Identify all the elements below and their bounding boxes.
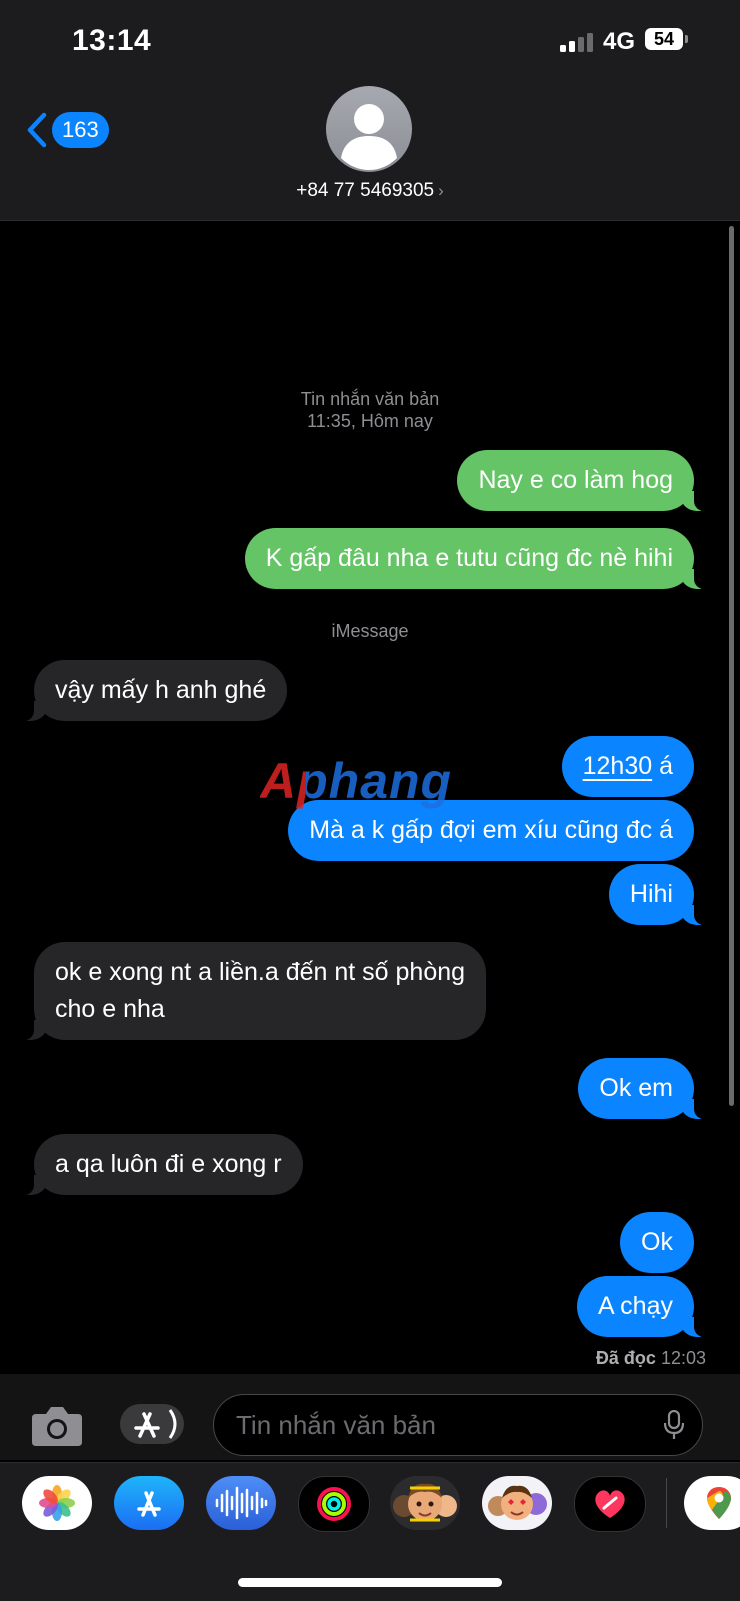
app-store-icon — [134, 1409, 177, 1439]
chevron-left-icon — [27, 112, 47, 148]
animoji-app-button[interactable] — [482, 1476, 552, 1530]
memoji-icon — [393, 1483, 457, 1522]
person-icon — [341, 104, 397, 170]
message-input[interactable] — [213, 1394, 703, 1456]
digital-touch-app-button[interactable] — [574, 1476, 646, 1532]
incoming-message[interactable]: a qa luôn đi e xong r — [8, 1134, 303, 1195]
timestamp: 11:35, Hôm nay — [307, 411, 433, 431]
message-text: Ok — [641, 1228, 673, 1256]
battery-tip — [685, 35, 688, 43]
drawer-divider — [666, 1478, 667, 1528]
outgoing-message[interactable]: 12h30 á — [561, 736, 694, 797]
message-type-label: Tin nhắn văn bản — [300, 389, 440, 409]
service-label: iMessage — [331, 621, 409, 641]
activity-app-button[interactable] — [298, 1476, 370, 1532]
incoming-message[interactable]: ok e xong nt a liền.a đến nt số phòng ch… — [7, 942, 487, 1040]
read-label: Đã đọc — [595, 1348, 656, 1368]
message-text: vậy mấy h anh ghé — [55, 676, 267, 704]
battery-level: 54 — [645, 28, 683, 50]
app-store-icon — [137, 1491, 161, 1517]
outgoing-message[interactable]: Ok — [620, 1212, 694, 1273]
time-link[interactable]: 12h30 — [583, 752, 653, 780]
outgoing-message[interactable]: K gấp đâu nha e tutu cũng đc nè hihi — [244, 528, 721, 589]
memoji-app-button[interactable] — [390, 1476, 460, 1530]
message-text: á — [652, 752, 673, 780]
unread-count-badge: 163 — [52, 112, 109, 148]
battery-icon: 54 — [645, 28, 689, 52]
cellular-signal-icon — [560, 33, 593, 52]
message-text: cho e nha — [55, 995, 165, 1023]
outgoing-message[interactable]: Ok em — [578, 1058, 720, 1119]
photos-app-button[interactable] — [22, 1476, 92, 1530]
audio-message-app-button[interactable] — [206, 1476, 276, 1530]
outgoing-message[interactable]: A chạy — [576, 1276, 721, 1337]
scrollbar[interactable] — [729, 226, 734, 1106]
contact-number: +84 77 5469305 — [296, 180, 435, 201]
home-indicator[interactable] — [238, 1578, 502, 1587]
read-receipt: Đã đọc 12:03 — [596, 1348, 706, 1369]
microphone-icon[interactable] — [664, 1410, 684, 1440]
read-time: 12:03 — [660, 1348, 706, 1368]
app-store-app-button[interactable] — [114, 1476, 184, 1530]
back-button[interactable]: 163 — [26, 108, 109, 152]
message-text: ok e xong nt a liền.a đến nt số phòng — [55, 958, 466, 986]
google-maps-app-button[interactable] — [684, 1476, 740, 1530]
message-text: A chạy — [597, 1292, 673, 1320]
status-time: 13:14 — [72, 24, 152, 57]
message-text: a qa luôn đi e xong r — [55, 1150, 282, 1178]
camera-icon[interactable] — [30, 1402, 84, 1448]
contact-name[interactable]: +84 77 5469305 › — [0, 180, 740, 202]
message-text: Nay e co làm hog — [478, 466, 673, 494]
chevron-right-icon: › — [438, 181, 444, 200]
apps-button[interactable] — [120, 1404, 184, 1444]
photos-icon — [39, 1485, 75, 1521]
incoming-message[interactable]: vậy mấy h anh ghé — [7, 660, 288, 721]
contact-avatar[interactable] — [326, 86, 412, 172]
activity-rings-icon — [317, 1487, 351, 1521]
digital-touch-heart-icon — [595, 1490, 625, 1518]
message-text: Hihi — [629, 880, 673, 908]
animoji-icon — [488, 1485, 547, 1520]
message-text: K gấp đâu nha e tutu cũng đc nè hihi — [265, 544, 673, 572]
message-text: Ok em — [599, 1074, 673, 1102]
audio-waveform-icon — [215, 1486, 268, 1520]
outgoing-message[interactable]: Nay e co làm hog — [457, 450, 720, 511]
outgoing-message[interactable]: Mà a k gấp đợi em xíu cũng đc á — [288, 800, 694, 861]
message-text: Mà a k gấp đợi em xíu cũng đc á — [309, 816, 673, 844]
outgoing-message[interactable]: Hihi — [608, 864, 721, 925]
network-type: 4G — [603, 28, 636, 55]
google-maps-icon — [707, 1487, 731, 1519]
